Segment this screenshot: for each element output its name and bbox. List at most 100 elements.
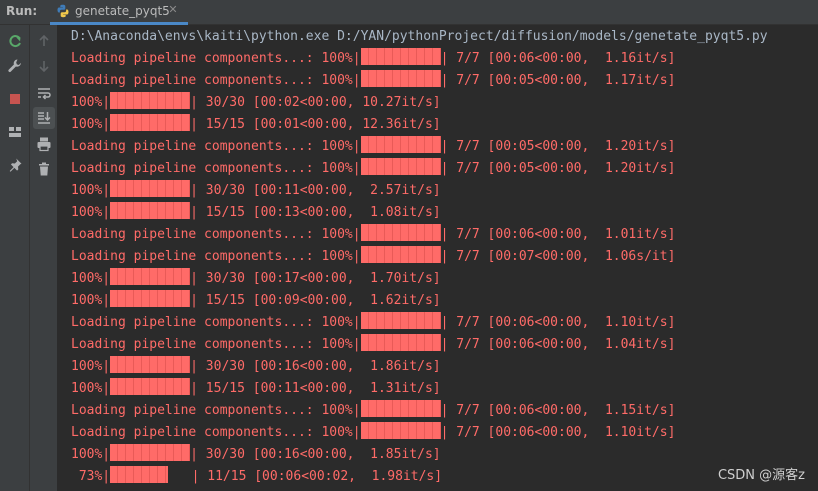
watermark: CSDN @源客z <box>717 468 805 483</box>
stop-button[interactable] <box>4 88 26 110</box>
progress-bar <box>110 444 191 461</box>
run-header: Run: genetate_pyqt5 ✕ <box>0 0 818 25</box>
python-file-icon <box>57 4 69 18</box>
progress-bar <box>110 114 191 131</box>
log-suffix: | 7/7 [00:07<00:00, 1.06s/it] <box>440 249 676 264</box>
log-prefix: Loading pipeline components...: 100%| <box>71 315 361 330</box>
trash-icon <box>39 162 49 176</box>
log-line: Loading pipeline components...: 100%| | 7… <box>71 48 675 70</box>
print-icon <box>37 137 51 152</box>
soft-wrap-button[interactable] <box>33 82 55 104</box>
log-suffix: | 15/15 [00:01<00:00, 12.36it/s] <box>190 117 441 132</box>
log-suffix: | 7/7 [00:06<00:00, 1.04it/s] <box>440 337 676 352</box>
run-tool-window: Run: genetate_pyqt5 ✕ D:\Anaconda\envs\k… <box>0 0 818 491</box>
log-suffix: | 7/7 [00:06<00:00, 1.10it/s] <box>440 425 676 440</box>
rerun-button[interactable] <box>4 30 26 52</box>
log-prefix: Loading pipeline components...: 100%| <box>71 249 361 264</box>
log-suffix: | 7/7 [00:05<00:00, 1.17it/s] <box>440 73 676 88</box>
command-line: D:\Anaconda\envs\kaiti\python.exe D:/YAN… <box>71 29 768 44</box>
progress-bar <box>360 334 441 351</box>
log-suffix: | 30/30 [00:02<00:00, 10.27it/s] <box>190 95 441 110</box>
log-prefix: Loading pipeline components...: 100%| <box>71 139 361 154</box>
progress-bar <box>110 356 191 373</box>
log-line: Loading pipeline components...: 100%| | 7… <box>71 400 675 422</box>
log-prefix: 100%| <box>71 117 111 132</box>
log-prefix: Loading pipeline components...: 100%| <box>71 227 361 242</box>
log-suffix: | 30/30 [00:16<00:00, 1.85it/s] <box>190 447 441 462</box>
log-line: Loading pipeline components...: 100%| | 7… <box>71 70 675 92</box>
log-prefix: 100%| <box>71 293 111 308</box>
log-prefix: 73%| <box>71 469 111 484</box>
scroll-to-end-icon <box>38 112 51 124</box>
log-suffix: | 7/7 [00:06<00:00, 1.01it/s] <box>440 227 676 242</box>
down-stack-button[interactable] <box>33 55 55 77</box>
log-prefix: Loading pipeline components...: 100%| <box>71 73 361 88</box>
stop-icon <box>10 94 20 104</box>
arrow-up-icon <box>39 34 49 46</box>
progress-bar <box>360 400 441 417</box>
close-icon[interactable]: ✕ <box>167 4 179 16</box>
progress-bar <box>360 136 441 153</box>
log-suffix: | 11/15 [00:06<00:02, 1.98it/s] <box>168 469 443 484</box>
log-suffix: | 7/7 [00:06<00:00, 1.10it/s] <box>440 315 676 330</box>
progress-bar <box>360 158 441 175</box>
settings-button[interactable] <box>4 55 26 77</box>
layout-icon <box>9 127 21 137</box>
log-prefix: 100%| <box>71 447 111 462</box>
progress-bar <box>360 70 441 87</box>
scroll-to-end-button[interactable] <box>33 107 55 129</box>
log-line: 73%| | 11/15 [00:06<00:02, 1.98it/s] <box>71 466 442 488</box>
progress-bar <box>360 224 441 241</box>
progress-bar <box>110 378 191 395</box>
layout-button[interactable] <box>4 121 26 143</box>
progress-bar <box>110 290 191 307</box>
progress-bar <box>110 92 191 109</box>
log-line: 100%| | 15/15 [00:13<00:00, 1.08it/s] <box>71 202 441 224</box>
run-tab-title: genetate_pyqt5 <box>75 4 170 18</box>
log-line: 100%| | 30/30 [00:17<00:00, 1.70it/s] <box>71 268 441 290</box>
log-prefix: 100%| <box>71 271 111 286</box>
run-label: Run: <box>6 4 38 18</box>
log-line: 100%| | 30/30 [00:11<00:00, 2.57it/s] <box>71 180 441 202</box>
log-line: Loading pipeline components...: 100%| | 7… <box>71 312 675 334</box>
console-output[interactable]: D:\Anaconda\envs\kaiti\python.exe D:/YAN… <box>58 25 818 491</box>
log-suffix: | 15/15 [00:13<00:00, 1.08it/s] <box>190 205 441 220</box>
arrow-down-icon <box>39 61 49 73</box>
progress-bar <box>360 246 441 263</box>
progress-bar <box>110 202 191 219</box>
log-line: Loading pipeline components...: 100%| | 7… <box>71 224 675 246</box>
soft-wrap-icon <box>38 88 51 100</box>
log-prefix: Loading pipeline components...: 100%| <box>71 51 361 66</box>
pin-button[interactable] <box>4 154 26 176</box>
up-stack-button[interactable] <box>33 30 55 52</box>
progress-bar <box>360 312 441 329</box>
log-suffix: | 7/7 [00:06<00:00, 1.16it/s] <box>440 51 676 66</box>
log-line: 100%| | 15/15 [00:11<00:00, 1.31it/s] <box>71 378 441 400</box>
pin-icon <box>9 158 22 172</box>
log-suffix: | 15/15 [00:11<00:00, 1.31it/s] <box>190 381 441 396</box>
log-prefix: 100%| <box>71 183 111 198</box>
rerun-icon <box>9 35 21 48</box>
log-line: 100%| | 30/30 [00:16<00:00, 1.86it/s] <box>71 356 441 378</box>
log-line: Loading pipeline components...: 100%| | 7… <box>71 422 675 444</box>
run-toolbar-primary <box>0 25 30 491</box>
log-suffix: | 7/7 [00:06<00:00, 1.15it/s] <box>440 403 676 418</box>
progress-bar <box>360 48 441 65</box>
log-line: Loading pipeline components...: 100%| | 7… <box>71 246 675 268</box>
log-suffix: | 30/30 [00:16<00:00, 1.86it/s] <box>190 359 441 374</box>
log-prefix: 100%| <box>71 381 111 396</box>
clear-all-button[interactable] <box>33 158 55 180</box>
print-button[interactable] <box>33 133 55 155</box>
log-prefix: 100%| <box>71 95 111 110</box>
log-line: Loading pipeline components...: 100%| | 7… <box>71 136 675 158</box>
log-prefix: Loading pipeline components...: 100%| <box>71 403 361 418</box>
log-line: 100%| | 15/15 [00:09<00:00, 1.62it/s] <box>71 290 441 312</box>
progress-bar <box>110 180 191 197</box>
log-suffix: | 7/7 [00:05<00:00, 1.20it/s] <box>440 161 676 176</box>
log-prefix: 100%| <box>71 205 111 220</box>
log-line: 100%| | 30/30 [00:02<00:00, 10.27it/s] <box>71 92 441 114</box>
run-tab[interactable]: genetate_pyqt5 ✕ <box>50 0 188 25</box>
log-line: Loading pipeline components...: 100%| | 7… <box>71 334 675 356</box>
log-prefix: Loading pipeline components...: 100%| <box>71 425 361 440</box>
progress-bar <box>360 422 441 439</box>
